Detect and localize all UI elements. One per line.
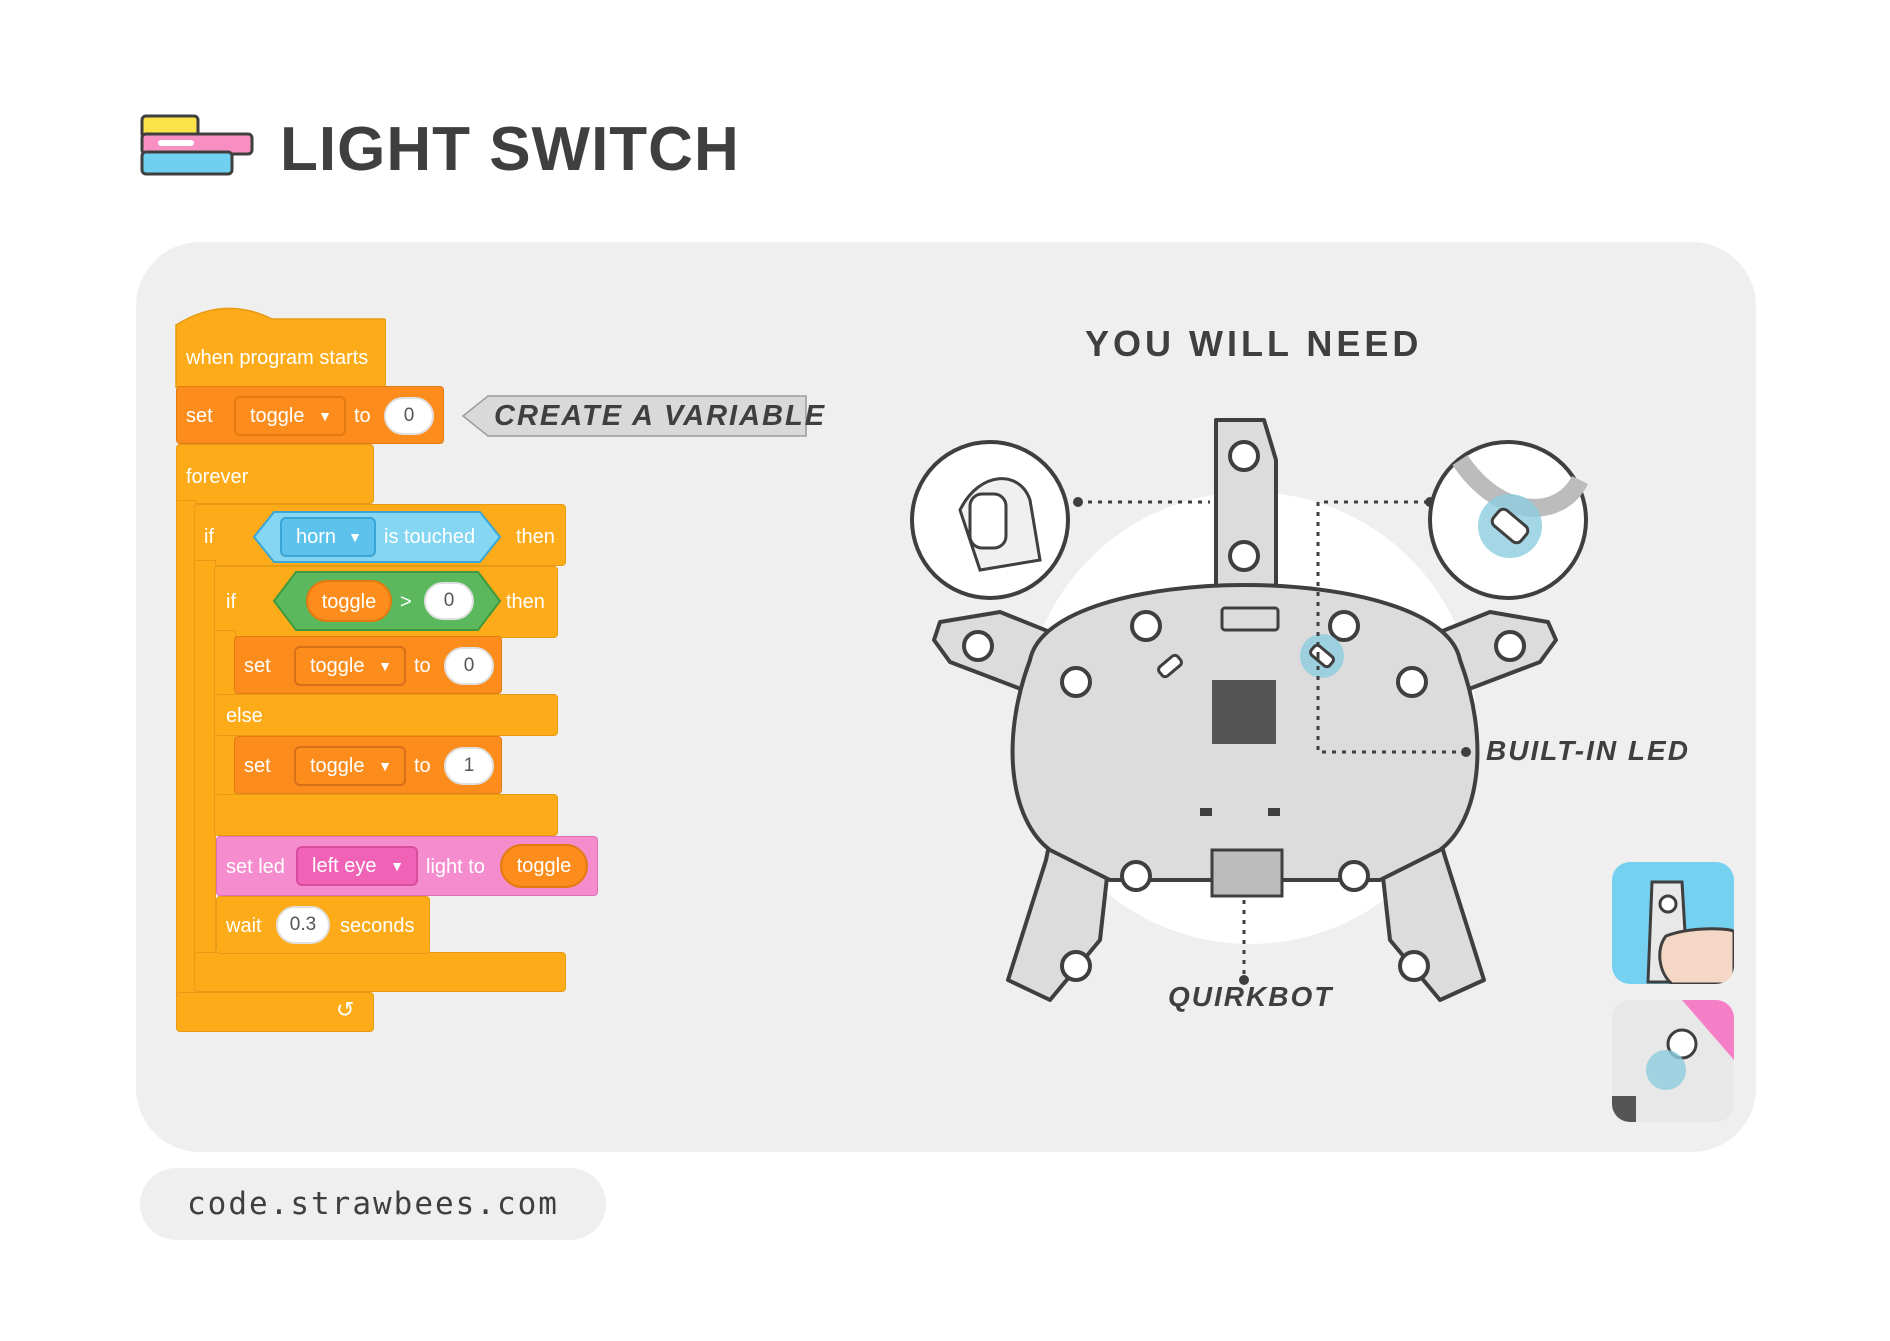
toggle-variable-reporter-2[interactable]: toggle	[500, 844, 588, 888]
variable-dropdown-3[interactable]: toggle ▼	[294, 746, 406, 786]
if-arm	[194, 560, 216, 960]
if-else-end	[214, 794, 558, 836]
variable-name-3: toggle	[310, 755, 365, 777]
then-label: then	[516, 526, 555, 548]
if-end	[194, 952, 566, 992]
light-to-label: light to	[426, 856, 485, 878]
forever-arm	[176, 500, 196, 1020]
led-name: left eye	[312, 855, 377, 877]
then-label-2: then	[506, 591, 545, 613]
touch-horn-thumbnail[interactable]	[1612, 862, 1734, 984]
url-link[interactable]: code.strawbees.com	[140, 1168, 606, 1240]
is-touched-label: is touched	[384, 526, 476, 548]
quirkbot-label: QUIRKBOT	[1168, 981, 1334, 1012]
caret-down-icon: ▼	[378, 658, 392, 674]
set-label-3: set	[244, 755, 271, 777]
create-variable-label: CREATE A VARIABLE	[494, 400, 827, 432]
else-bar	[214, 694, 558, 736]
value-input-2[interactable]: 0	[444, 647, 494, 685]
caret-down-icon: ▼	[318, 408, 332, 424]
variable-name: toggle	[250, 405, 305, 427]
variable-dropdown[interactable]: toggle ▼	[234, 396, 346, 436]
forever-label: forever	[186, 466, 249, 488]
if-label: if	[204, 526, 214, 548]
led-thumbnail[interactable]	[1612, 1000, 1734, 1122]
you-will-need-heading: YOU WILL NEED	[1085, 323, 1423, 364]
sensor-dropdown[interactable]: horn ▼	[280, 517, 376, 557]
greater-than-operator: >	[400, 591, 412, 613]
caret-down-icon: ▼	[348, 529, 362, 545]
sensor-name: horn	[296, 526, 337, 548]
variable-dropdown-2[interactable]: toggle ▼	[294, 646, 406, 686]
set-label: set	[186, 405, 213, 427]
page-title: LIGHT SWITCH	[280, 115, 740, 184]
caret-down-icon: ▼	[378, 758, 392, 774]
loop-arrow-icon: ↺	[336, 998, 355, 1023]
to-label: to	[354, 405, 371, 427]
when-program-starts-block[interactable]: when program starts	[186, 346, 368, 370]
led-dropdown[interactable]: left eye ▼	[296, 846, 418, 886]
to-label-2: to	[414, 655, 431, 677]
set-led-label: set led	[226, 856, 285, 878]
if-label-2: if	[226, 591, 236, 613]
value-input[interactable]: 0	[384, 397, 434, 435]
seconds-label: seconds	[340, 915, 415, 937]
stacked-blocks-icon	[140, 114, 254, 176]
toggle-variable-reporter[interactable]: toggle	[306, 580, 392, 622]
built-in-led-label: BUILT-IN LED	[1486, 735, 1690, 766]
wait-value-input[interactable]: 0.3	[276, 906, 330, 944]
wait-label: wait	[226, 915, 262, 937]
value-input-3[interactable]: 1	[444, 747, 494, 785]
variable-name-2: toggle	[310, 655, 365, 677]
to-label-3: to	[414, 755, 431, 777]
compare-value-input[interactable]: 0	[424, 582, 474, 620]
set-label-2: set	[244, 655, 271, 677]
quirkbot-illustration	[910, 418, 1589, 1002]
caret-down-icon: ▼	[390, 858, 404, 874]
else-label: else	[226, 705, 263, 727]
